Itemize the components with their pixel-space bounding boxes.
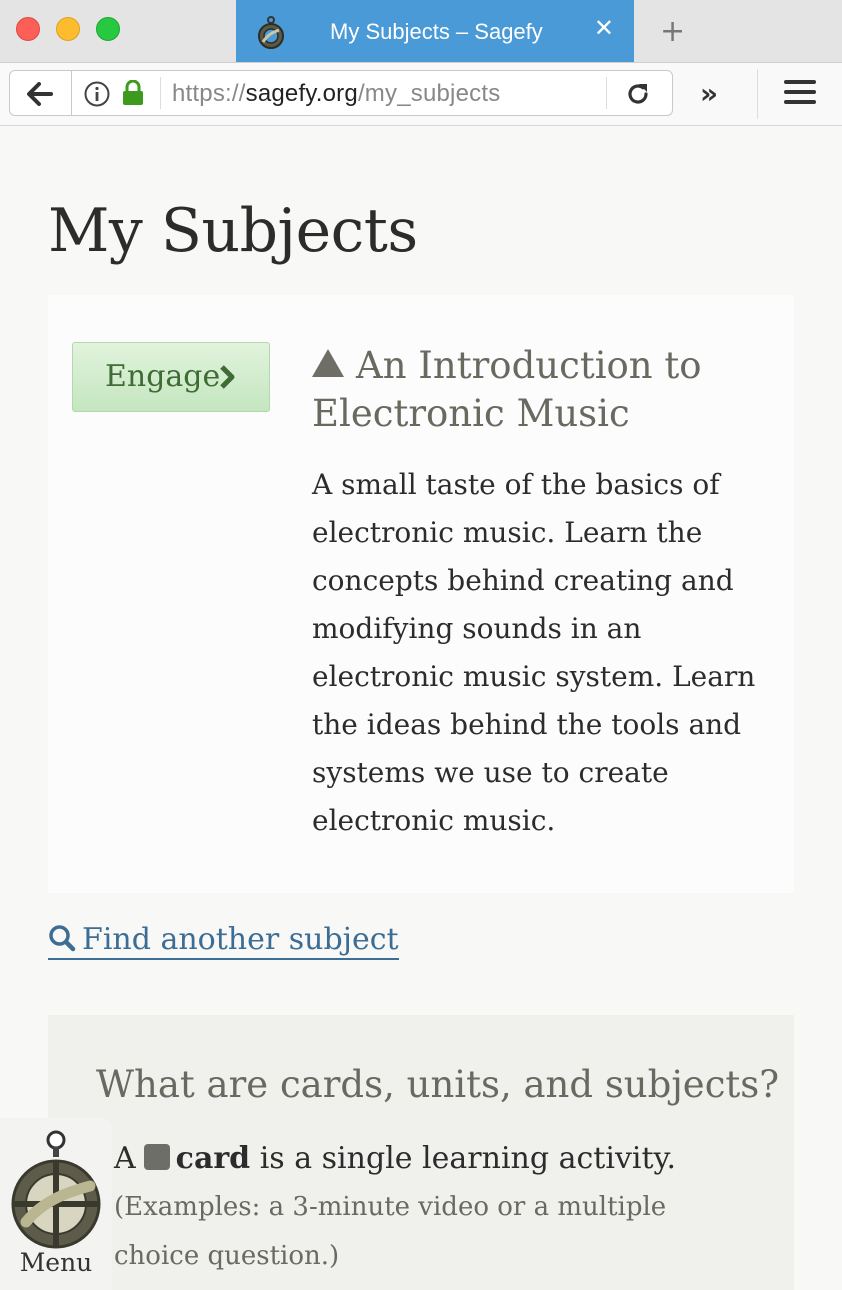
back-button[interactable] [9,70,71,116]
info-icon[interactable] [84,81,110,107]
menu-label: Menu [19,1248,93,1277]
sagefy-astrolabe-icon [11,1130,101,1249]
page-title: My Subjects [48,196,418,266]
reload-icon[interactable] [625,81,651,107]
card-icon [143,1144,170,1170]
hamburger-menu-icon[interactable] [784,80,816,110]
engage-button[interactable]: Engage [72,342,270,412]
address-bar[interactable]: https://sagefy.org/my_subjects [71,70,673,116]
subject-card: Engage An Introduction to Electronic Mus… [48,295,794,893]
new-tab-button[interactable]: + [660,14,685,49]
menu-button[interactable]: Menu [0,1118,112,1290]
url-text[interactable]: https://sagefy.org/my_subjects [172,80,500,108]
help-list: Acard is a single learning activity. (Ex… [90,1135,754,1281]
list-item: Acard is a single learning activity. (Ex… [90,1135,754,1281]
reload-separator [606,77,607,109]
engage-label: Engage [105,359,221,394]
sagefy-logo-icon [258,16,284,49]
tab-close-icon[interactable]: ✕ [594,14,614,42]
card-term: card [175,1141,251,1176]
chevron-right-icon [220,365,235,389]
browser-navbar: https://sagefy.org/my_subjects » [0,63,842,126]
browser-tab-active[interactable]: My Subjects – Sagefy ✕ [236,0,634,62]
close-window-button[interactable] [16,17,40,41]
card-example: (Examples: a 3-minute video or a multipl… [114,1192,667,1271]
find-subject-link[interactable]: Find another subject [48,922,399,960]
subject-description: A small taste of the basics of electroni… [312,468,756,837]
subject-triangle-icon [312,349,344,377]
toolbar-overflow-button[interactable]: » [700,80,718,108]
url-separator [160,77,161,109]
minimize-window-button[interactable] [56,17,80,41]
subject-name: An Introduction to Electronic Music [312,344,702,435]
subject-title: An Introduction to Electronic Music [312,342,772,438]
back-arrow-icon [27,82,53,106]
zoom-window-button[interactable] [96,17,120,41]
find-subject-label: Find another subject [82,922,399,957]
lock-icon[interactable] [122,80,144,106]
toolbar-separator [757,69,758,119]
tab-title: My Subjects – Sagefy [330,19,543,44]
help-title: What are cards, units, and subjects? [96,1063,780,1106]
help-box: What are cards, units, and subjects? Aca… [48,1015,794,1290]
search-icon [49,925,76,952]
browser-titlebar: My Subjects – Sagefy ✕ + [0,0,842,63]
